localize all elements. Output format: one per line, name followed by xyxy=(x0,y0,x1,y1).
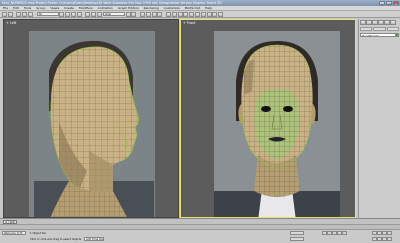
pivot-center-icon[interactable] xyxy=(125,11,131,17)
align-icon[interactable] xyxy=(177,11,183,17)
close-button[interactable]: × xyxy=(393,0,399,5)
snap-toggle-icon[interactable] xyxy=(139,11,145,17)
selection-count: 1 Object Sel xyxy=(30,231,46,235)
window-title: Face_NURMS01.max Project Folder: D:\User… xyxy=(2,1,222,5)
motion-tab-icon[interactable] xyxy=(378,20,384,25)
hierarchy-tab-icon[interactable] xyxy=(372,20,378,25)
next-frame-icon[interactable] xyxy=(337,231,342,235)
rendered-frame-icon[interactable] xyxy=(212,11,218,17)
modify-tab-icon[interactable] xyxy=(366,20,372,25)
lights-button[interactable] xyxy=(386,26,399,31)
main-toolbar: All View xyxy=(0,11,400,18)
object-name-field[interactable]: HeadBox 01 xyxy=(360,32,399,37)
object-name-row: HeadBox 01 xyxy=(359,32,400,37)
auto-key-button[interactable] xyxy=(290,231,304,235)
move-icon[interactable] xyxy=(85,11,91,17)
status-prompt: Click or click-and-drag to select object… xyxy=(30,237,82,241)
viewport-toggle-icon[interactable] xyxy=(387,236,392,241)
render-setup-icon[interactable] xyxy=(206,11,212,17)
reference-photo-side xyxy=(29,31,155,217)
utilities-tab-icon[interactable] xyxy=(390,20,396,25)
maximize-viewport-icon[interactable] xyxy=(387,231,392,235)
named-selection-icon[interactable] xyxy=(165,11,171,17)
field-of-view-icon[interactable] xyxy=(372,236,377,241)
menu-customize[interactable]: Customize xyxy=(164,6,180,10)
layer-manager-icon[interactable] xyxy=(183,11,189,17)
status-bar: Welcome to M 1 Object Sel Click or click… xyxy=(0,229,400,243)
window-controls: _ □ × xyxy=(379,0,399,5)
viewport-front[interactable]: + Front xyxy=(180,19,356,218)
select-object-icon[interactable] xyxy=(59,11,65,17)
menu-create[interactable]: Create xyxy=(64,6,74,10)
minimize-button[interactable]: _ xyxy=(379,0,385,5)
maximize-button[interactable]: □ xyxy=(386,0,392,5)
render-icon[interactable] xyxy=(218,11,224,17)
set-key-button[interactable] xyxy=(290,236,304,241)
percent-snap-icon[interactable] xyxy=(151,11,157,17)
zoom-extents-icon[interactable] xyxy=(382,231,387,235)
link-icon[interactable] xyxy=(16,11,22,17)
manipulate-icon[interactable] xyxy=(131,11,137,17)
maxscript-listener-field[interactable]: Welcome to M xyxy=(2,231,26,235)
menu-graph-editors[interactable]: Graph Editors xyxy=(118,6,139,10)
geometry-button[interactable] xyxy=(360,26,373,31)
front-head-mesh xyxy=(214,41,340,217)
menu-edit[interactable]: Edit xyxy=(13,6,19,10)
redo-icon[interactable] xyxy=(7,11,13,17)
menu-file[interactable]: File xyxy=(3,6,8,10)
unlink-icon[interactable] xyxy=(22,11,28,17)
command-panel-subtabs xyxy=(359,26,400,31)
menu-tools[interactable]: Tools xyxy=(24,6,31,10)
zoom-all-icon[interactable] xyxy=(377,231,382,235)
spinner-snap-icon[interactable] xyxy=(157,11,163,17)
create-tab-icon[interactable] xyxy=(360,20,366,25)
command-panel: HeadBox 01 xyxy=(358,19,400,218)
command-panel-tabs xyxy=(359,19,400,26)
go-to-start-icon[interactable] xyxy=(322,231,327,235)
reference-photo-front xyxy=(214,31,340,217)
menu-modifiers[interactable]: Modifiers xyxy=(79,6,93,10)
curve-editor-icon[interactable] xyxy=(189,11,195,17)
reference-coordinate-dropdown[interactable]: View xyxy=(102,11,125,17)
mirror-icon[interactable] xyxy=(171,11,177,17)
menu-help[interactable]: Help xyxy=(205,6,212,10)
add-time-tag-button[interactable]: Add Time Tag xyxy=(84,237,104,241)
object-color-swatch[interactable] xyxy=(394,33,398,36)
bind-space-warp-icon[interactable] xyxy=(27,11,33,17)
orbit-icon[interactable] xyxy=(382,236,387,241)
selection-filter-dropdown[interactable]: All xyxy=(36,11,59,17)
side-head-mesh xyxy=(34,40,154,217)
menu-views[interactable]: Views xyxy=(50,6,59,10)
menu-rendering[interactable]: Rendering xyxy=(144,6,159,10)
play-icon[interactable] xyxy=(332,231,337,235)
menu-maxscript[interactable]: MAXScript xyxy=(185,6,200,10)
schematic-view-icon[interactable] xyxy=(194,11,200,17)
zoom-icon[interactable] xyxy=(372,231,377,235)
shapes-button[interactable] xyxy=(373,26,386,31)
pan-icon[interactable] xyxy=(377,236,382,241)
viewport-front-label[interactable]: + Front xyxy=(183,21,196,25)
undo-icon[interactable] xyxy=(2,11,7,17)
scale-icon[interactable] xyxy=(96,11,102,17)
window-crossing-icon[interactable] xyxy=(76,11,82,17)
menu-animation[interactable]: Animation xyxy=(98,6,113,10)
select-by-name-icon[interactable] xyxy=(65,11,71,17)
viewport-left[interactable]: + Left xyxy=(3,19,179,218)
menu-group[interactable]: Group xyxy=(36,6,45,10)
previous-frame-icon[interactable] xyxy=(327,231,332,235)
angle-snap-icon[interactable] xyxy=(145,11,151,17)
go-to-end-icon[interactable] xyxy=(342,231,347,235)
selection-region-icon[interactable] xyxy=(70,11,76,17)
material-editor-icon[interactable] xyxy=(200,11,206,17)
viewport-left-label[interactable]: + Left xyxy=(6,21,16,25)
display-tab-icon[interactable] xyxy=(384,20,390,25)
rotate-icon[interactable] xyxy=(91,11,97,17)
